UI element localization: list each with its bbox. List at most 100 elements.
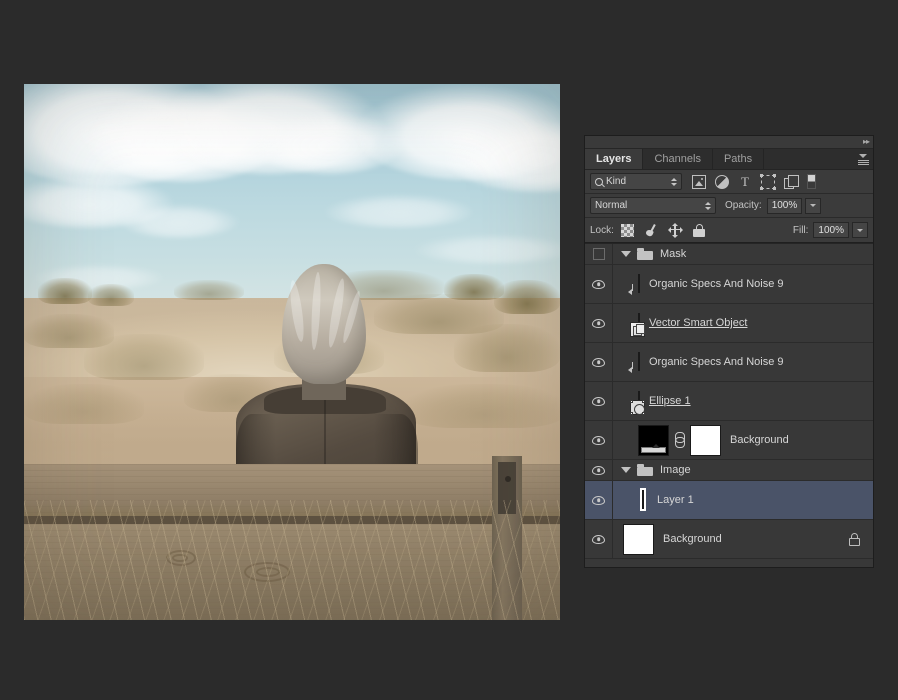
chevron-down-icon[interactable] xyxy=(621,467,631,473)
panel-menu-icon[interactable] xyxy=(853,149,873,169)
layer-thumbnail[interactable] xyxy=(638,274,640,293)
layer-row-organic-specs-dark[interactable]: Organic Specs And Noise 9 xyxy=(585,265,873,304)
shrub-shape xyxy=(84,334,204,380)
layer-row-body[interactable]: Organic Specs And Noise 9 xyxy=(613,343,873,381)
visibility-toggle-mask-group[interactable] xyxy=(585,244,613,264)
filter-toggle-icon[interactable] xyxy=(807,174,816,189)
visibility-off-icon xyxy=(592,248,605,260)
eye-icon xyxy=(592,435,605,445)
visibility-toggle[interactable] xyxy=(585,481,613,519)
lock-label: Lock: xyxy=(590,224,614,236)
tab-layers-label: Layers xyxy=(596,153,632,165)
layer-thumbnail-wrap[interactable] xyxy=(640,490,644,509)
fill-input[interactable]: 100% xyxy=(813,222,849,238)
link-mask-icon[interactable] xyxy=(674,432,685,448)
layer-thumbnail-wrap[interactable] xyxy=(638,274,640,293)
document-canvas[interactable] xyxy=(24,84,560,620)
layer-thumbnail-wrap[interactable] xyxy=(638,352,640,371)
visibility-toggle-image-group[interactable] xyxy=(585,460,613,480)
layer-row-body[interactable]: Background xyxy=(613,421,873,459)
chevron-down-icon[interactable] xyxy=(621,251,631,257)
panel-tab-bar[interactable]: Layers Channels Paths xyxy=(585,149,873,170)
lock-row[interactable]: Lock: Fill: 100% xyxy=(585,218,873,243)
cloud-shape xyxy=(414,234,560,264)
fill-stepper-icon[interactable] xyxy=(852,222,868,238)
layer-row-ellipse-1[interactable]: Ellipse 1 xyxy=(585,382,873,421)
layer-row-vector-smart-object[interactable]: Vector Smart Object xyxy=(585,304,873,343)
panel-title-bar[interactable]: ▸▸ xyxy=(585,136,873,149)
filter-type-icons[interactable]: T xyxy=(692,173,816,190)
layer-row-body[interactable]: Layer 1 xyxy=(613,481,873,519)
layer-row-body[interactable]: Ellipse 1 xyxy=(613,382,873,420)
blend-mode-row[interactable]: Normal Opacity: 100% xyxy=(585,194,873,218)
locked-layer-icon xyxy=(849,532,860,546)
filter-kind-select[interactable]: Kind xyxy=(590,173,682,190)
lock-position-icon[interactable] xyxy=(667,222,683,238)
blend-mode-value: Normal xyxy=(595,200,628,211)
adjustment-filter-icon[interactable] xyxy=(715,174,729,189)
layer-row-layer-1[interactable]: Layer 1 xyxy=(585,481,873,520)
visibility-toggle[interactable] xyxy=(585,520,613,558)
layer-name: Vector Smart Object xyxy=(649,317,748,329)
layer-row-body[interactable]: Image xyxy=(613,460,873,480)
panel-menu-line xyxy=(857,163,869,165)
layer-row-body[interactable]: Background xyxy=(613,520,873,558)
shrub-shape xyxy=(88,284,134,306)
opacity-stepper-icon[interactable] xyxy=(805,197,822,214)
folder-icon xyxy=(637,464,653,476)
layer-row-background-gradient[interactable]: Background xyxy=(585,421,873,460)
layer-filter-row[interactable]: Kind T xyxy=(585,170,873,194)
layer-row-body[interactable]: Vector Smart Object xyxy=(613,304,873,342)
layer-name: Layer 1 xyxy=(657,494,694,506)
layer-thumbnail-wrap[interactable] xyxy=(630,391,645,415)
layer-row-organic-specs-light[interactable]: Organic Specs And Noise 9 xyxy=(585,343,873,382)
tab-paths[interactable]: Paths xyxy=(712,149,765,169)
eye-icon xyxy=(592,279,605,289)
layer-row-body[interactable]: Mask xyxy=(613,244,873,264)
fill-group[interactable]: Fill: 100% xyxy=(784,222,868,238)
opacity-input[interactable]: 100% xyxy=(766,197,803,214)
layer-thumbnail-wrap[interactable] xyxy=(630,313,645,337)
visibility-toggle[interactable] xyxy=(585,421,613,459)
layer-name: Mask xyxy=(660,248,687,260)
layer-row-group-mask[interactable]: Mask xyxy=(585,244,873,265)
layer-row-background-locked[interactable]: Background xyxy=(585,520,873,559)
layer-thumbnail[interactable] xyxy=(623,523,654,555)
layer-name: Background xyxy=(730,434,789,446)
layer-mask-thumbnail[interactable] xyxy=(690,424,721,456)
chevron-updown-icon xyxy=(671,177,677,186)
opacity-label: Opacity: xyxy=(725,200,762,211)
tab-paths-label: Paths xyxy=(723,153,753,165)
layer-thumbnail[interactable] xyxy=(638,352,640,371)
tab-layers[interactable]: Layers xyxy=(585,149,644,169)
blend-mode-select[interactable]: Normal xyxy=(590,197,716,214)
visibility-toggle[interactable] xyxy=(585,265,613,303)
lock-transparent-pixels-icon[interactable] xyxy=(620,223,634,237)
filter-kind-label: Kind xyxy=(606,176,627,187)
panel-menu-line xyxy=(857,159,869,161)
visibility-toggle[interactable] xyxy=(585,343,613,381)
layer-thumbnail[interactable] xyxy=(638,424,669,456)
layer-row-body[interactable]: Organic Specs And Noise 9 xyxy=(613,265,873,303)
image-filter-icon[interactable] xyxy=(692,174,706,189)
smart-object-badge-icon xyxy=(630,322,645,337)
text-filter-icon[interactable]: T xyxy=(738,175,752,189)
shape-filter-icon[interactable] xyxy=(760,173,776,190)
lock-buttons[interactable] xyxy=(620,222,706,238)
tab-channels[interactable]: Channels xyxy=(643,149,713,169)
cloud-shape xyxy=(324,194,474,228)
vector-shape-badge-icon xyxy=(630,400,645,415)
lock-all-icon[interactable] xyxy=(693,223,706,237)
layers-list[interactable]: Mask Organic Specs And Noise 9 Vector Sm… xyxy=(585,243,873,567)
layer-thumbnail[interactable] xyxy=(642,490,644,509)
layers-panel[interactable]: ▸▸ Layers Channels Paths Kind T Normal O… xyxy=(584,135,874,568)
cloud-shape xyxy=(119,204,239,238)
shrub-shape xyxy=(38,278,92,304)
smart-object-filter-icon[interactable] xyxy=(784,174,799,189)
visibility-toggle[interactable] xyxy=(585,382,613,420)
collapse-to-icons-icon[interactable]: ▸▸ xyxy=(863,138,870,146)
visibility-toggle[interactable] xyxy=(585,304,613,342)
shrub-shape xyxy=(494,280,560,314)
lock-image-pixels-icon[interactable] xyxy=(645,224,658,237)
layer-row-group-image[interactable]: Image xyxy=(585,460,873,481)
